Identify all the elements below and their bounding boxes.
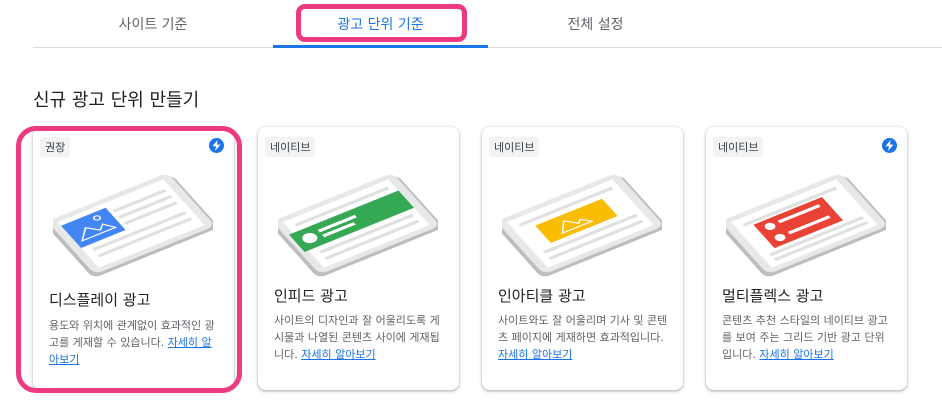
native-badge: 네이티브: [713, 137, 764, 157]
section-title: 신규 광고 단위 만들기: [33, 90, 200, 111]
card-title: 인아티클 광고: [498, 287, 586, 305]
learn-more-link[interactable]: 자세히 알아보기: [498, 348, 572, 361]
highlight-box-card: [16, 126, 242, 393]
card-desc-text: 사이트와도 잘 어울리며 기사 및 콘텐츠 페이지에 게재하면 효과적입니다.: [498, 314, 668, 344]
native-badge: 네이티브: [265, 137, 316, 157]
native-badge: 네이티브: [489, 137, 540, 157]
card-title: 인피드 광고: [274, 287, 348, 305]
in-feed-ad-illustration: [278, 174, 438, 277]
card-description: 사이트와도 잘 어울리며 기사 및 콘텐츠 페이지에 게재하면 효과적입니다. …: [498, 312, 668, 363]
multiplex-ad-illustration: [726, 174, 886, 277]
in-article-ad-illustration: [502, 174, 662, 277]
tab-site[interactable]: 사이트 기준: [33, 0, 273, 47]
tab-bar: 사이트 기준 광고 단위 기준 전체 설정: [33, 0, 942, 48]
learn-more-link[interactable]: 자세히 알아보기: [301, 348, 375, 361]
card-in-feed-ad[interactable]: 네이티브 인피드 광고 사이트의 디자인과 잘 어울리도록 게시물과 나열된 콘…: [258, 127, 459, 390]
card-title: 멀티플렉스 광고: [722, 287, 824, 305]
card-description: 사이트의 디자인과 잘 어울리도록 게시물과 나열된 콘텐츠 사이에 게재됩니다…: [274, 312, 444, 363]
highlight-box-tab: [296, 4, 467, 42]
learn-more-link[interactable]: 자세히 알아보기: [759, 348, 833, 361]
card-description: 콘텐츠 추천 스타일의 네이티브 광고를 보여 주는 그리드 기반 광고 단위입…: [722, 312, 892, 363]
tab-global-settings[interactable]: 전체 설정: [488, 0, 703, 47]
card-in-article-ad[interactable]: 네이티브 인아티클 광고 사이트와도 잘 어울리며 기사 및 콘텐츠 페이지에 …: [482, 127, 683, 390]
card-multiplex-ad[interactable]: 네이티브 멀티플렉스 광고 콘텐츠 추천 스타일의 네이티브 광고를 보여 주는…: [706, 127, 907, 390]
active-tab-indicator: [273, 45, 488, 48]
bolt-icon: [882, 138, 897, 153]
